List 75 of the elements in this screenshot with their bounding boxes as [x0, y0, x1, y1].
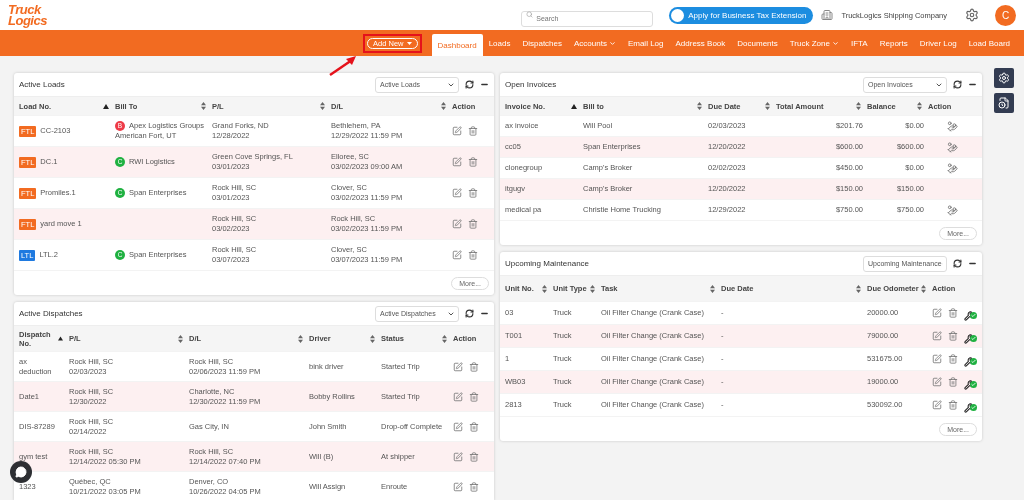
- delete-icon[interactable]: [948, 308, 958, 318]
- delete-icon[interactable]: [468, 126, 478, 136]
- nav-tab[interactable]: Driver Log: [913, 30, 963, 56]
- chevron-down-icon: [831, 39, 839, 47]
- avatar[interactable]: C: [995, 4, 1016, 26]
- sort-icon[interactable]: [178, 334, 183, 343]
- sort-icon[interactable]: [441, 102, 446, 110]
- sort-icon[interactable]: [442, 334, 447, 343]
- delete-icon[interactable]: [469, 361, 479, 372]
- payment-icon[interactable]: [947, 120, 958, 132]
- refresh-icon[interactable]: [465, 80, 474, 89]
- nav-tab[interactable]: Documents: [731, 30, 784, 56]
- delete-icon[interactable]: [469, 481, 479, 492]
- sort-ascending-icon[interactable]: [571, 103, 577, 109]
- panel-title: Active Dispatches: [19, 309, 83, 318]
- nav-tab[interactable]: Accounts: [568, 30, 622, 56]
- nav-tab[interactable]: Dashboard: [431, 34, 483, 56]
- nav-tab[interactable]: IFTA: [844, 30, 874, 56]
- delete-icon[interactable]: [468, 157, 478, 167]
- sort-icon[interactable]: [856, 102, 861, 110]
- search-icon: [526, 11, 534, 18]
- settings-icon: [998, 72, 1010, 84]
- payment-icon[interactable]: [947, 141, 958, 153]
- panel-title: Upcoming Maintenance: [505, 259, 590, 268]
- sort-icon[interactable]: [697, 102, 702, 110]
- panel-title: Active Loads: [19, 80, 65, 89]
- sort-icon[interactable]: [590, 284, 595, 293]
- report-button[interactable]: [994, 93, 1014, 113]
- payment-icon[interactable]: [947, 204, 958, 216]
- panel-title: Open Invoices: [505, 80, 557, 89]
- nav-tab[interactable]: Email Log: [621, 30, 670, 56]
- sort-icon[interactable]: [765, 102, 770, 110]
- sort-icon[interactable]: [370, 334, 375, 343]
- sort-icon[interactable]: [201, 102, 206, 110]
- document-clock-icon: [998, 97, 1010, 109]
- badge-icon: [671, 8, 685, 22]
- refresh-icon[interactable]: [953, 259, 962, 268]
- sort-ascending-icon[interactable]: [103, 103, 109, 109]
- building-icon: [821, 9, 834, 21]
- delete-icon[interactable]: [469, 391, 479, 402]
- sort-icon[interactable]: [542, 284, 547, 293]
- delete-icon[interactable]: [469, 421, 479, 432]
- delete-icon[interactable]: [468, 250, 478, 260]
- delete-icon[interactable]: [948, 377, 958, 387]
- sort-icon[interactable]: [921, 284, 926, 293]
- logo[interactable]: Truck Logics: [8, 4, 47, 26]
- nav-tab[interactable]: Truck Zone: [783, 30, 845, 56]
- payment-icon[interactable]: [947, 162, 958, 174]
- caret-icon: [406, 41, 412, 45]
- settings-button[interactable]: [994, 68, 1014, 88]
- nav-tab[interactable]: Dispatches: [516, 30, 568, 56]
- sort-icon[interactable]: [320, 102, 325, 110]
- chevron-down-icon: [608, 39, 616, 47]
- sort-icon[interactable]: [710, 284, 715, 293]
- chat-icon: [15, 466, 27, 478]
- delete-icon[interactable]: [948, 331, 958, 341]
- promo-button[interactable]: Apply for Business Tax Extension: [669, 6, 814, 24]
- delete-icon[interactable]: [948, 354, 958, 364]
- sort-ascending-icon[interactable]: [57, 336, 63, 341]
- sort-icon[interactable]: [856, 284, 861, 293]
- refresh-icon[interactable]: [465, 309, 474, 318]
- refresh-icon[interactable]: [953, 80, 962, 89]
- sort-icon[interactable]: [298, 334, 303, 343]
- annotation-arrow: [328, 55, 358, 77]
- delete-icon[interactable]: [468, 188, 478, 198]
- nav-tab[interactable]: Address Book: [669, 30, 732, 56]
- delete-icon[interactable]: [469, 451, 479, 462]
- sort-icon[interactable]: [917, 102, 922, 110]
- nav-tab[interactable]: Reports: [873, 30, 914, 56]
- chat-button[interactable]: [10, 461, 32, 483]
- settings-icon[interactable]: [965, 8, 979, 22]
- delete-icon[interactable]: [468, 219, 478, 229]
- nav-tab[interactable]: Loads: [482, 30, 517, 56]
- delete-icon[interactable]: [948, 400, 958, 410]
- nav-tab[interactable]: Load Board: [962, 30, 1016, 56]
